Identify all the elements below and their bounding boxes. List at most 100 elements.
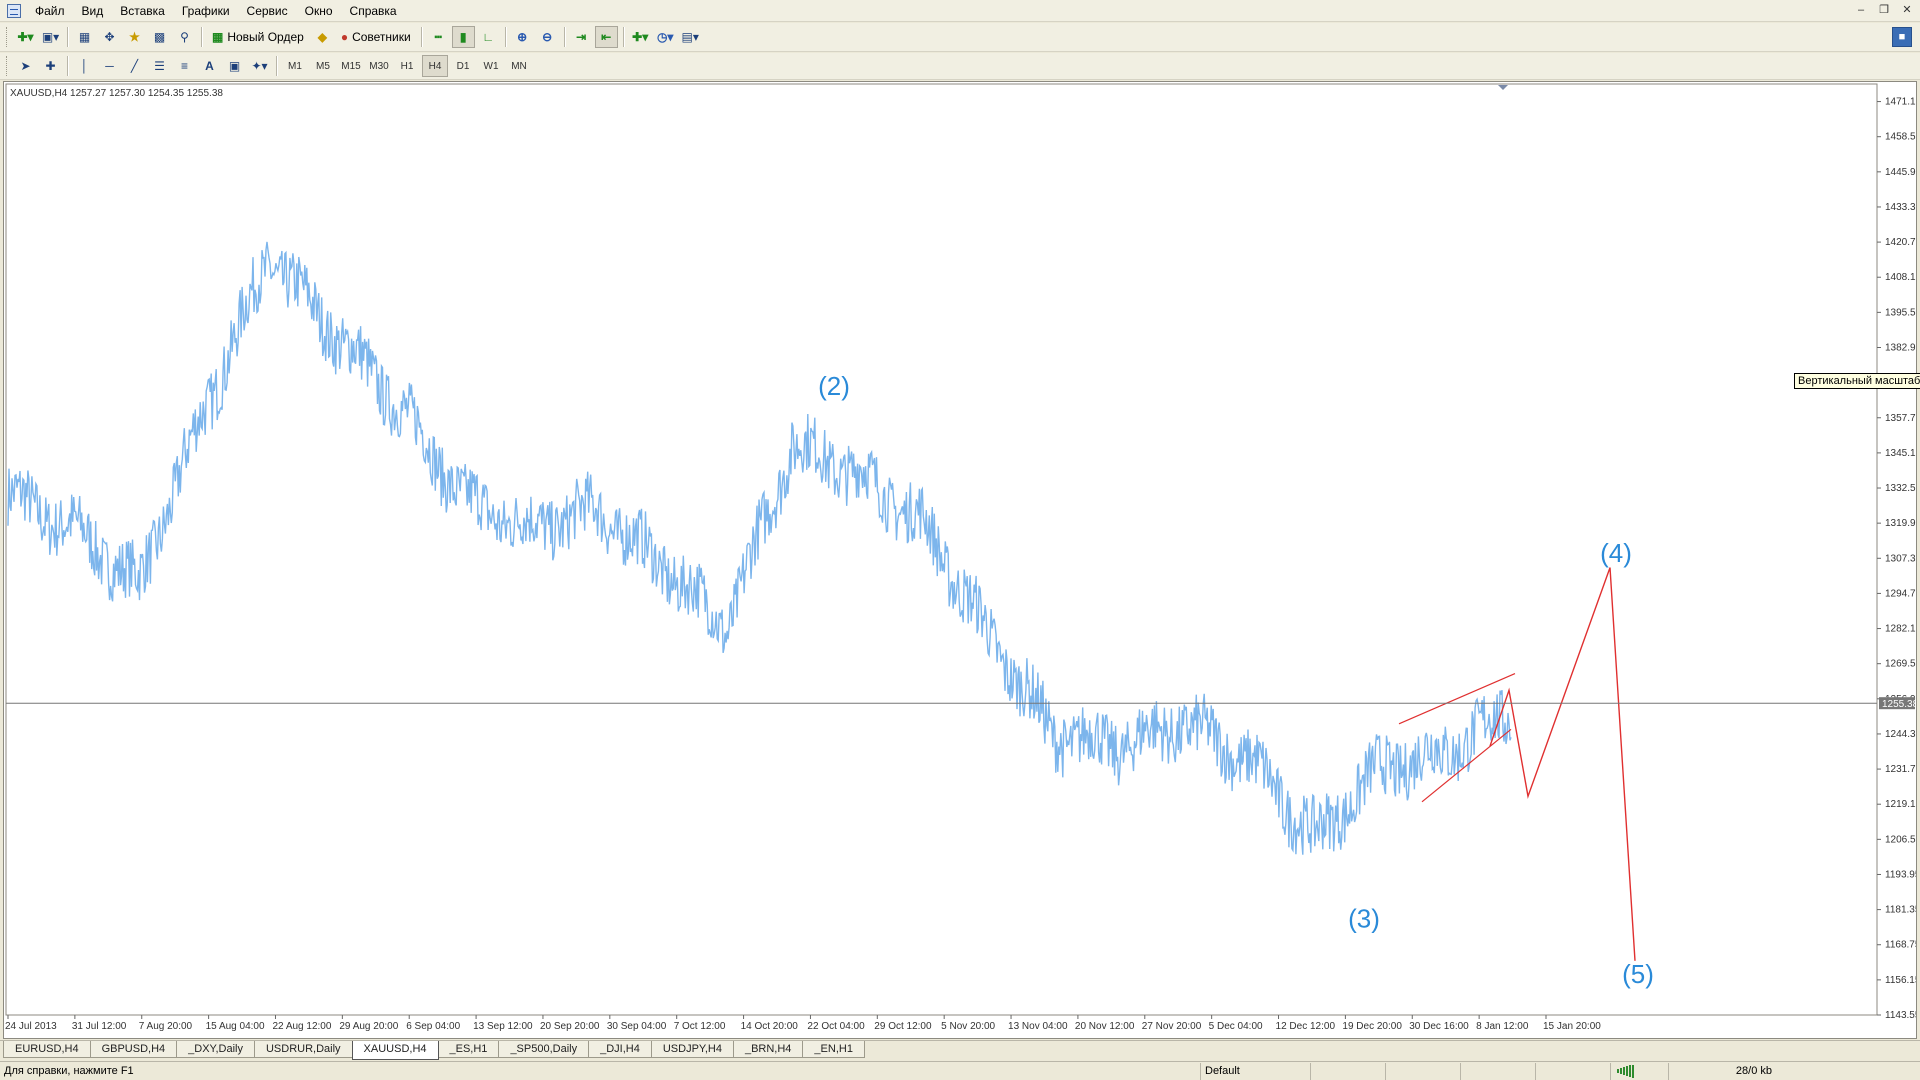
time-tick-label: 14 Oct 20:00 — [741, 1021, 799, 1032]
profiles-button[interactable]: ▣▾ — [39, 26, 62, 48]
timeframe-m1[interactable]: M1 — [282, 55, 308, 77]
timeframe-m15[interactable]: M15 — [338, 55, 364, 77]
tab-gbpusd-h4[interactable]: GBPUSD,H4 — [89, 1041, 178, 1058]
data-window-button[interactable]: ★ — [123, 26, 146, 48]
crosshair-icon: ✚ — [45, 59, 56, 73]
chart-tabs: EURUSD,H4 GBPUSD,H4 _DXY,Daily USDRUR,Da… — [0, 1040, 1920, 1060]
menu-file[interactable]: Файл — [27, 2, 74, 20]
new-chart-button[interactable]: ✚▾ — [14, 26, 37, 48]
menu-view[interactable]: Вид — [74, 2, 113, 20]
toolbar-separator — [67, 27, 68, 47]
profiles-icon: ▣▾ — [41, 30, 60, 44]
fibonacci-button[interactable]: ≡ — [173, 55, 196, 77]
timeframe-mn[interactable]: MN — [506, 55, 532, 77]
menu-window[interactable]: Окно — [297, 2, 342, 20]
wave-label: (3) — [1348, 903, 1380, 933]
tester-button[interactable]: ⚲ — [173, 26, 196, 48]
chart-shift-marker[interactable] — [1498, 85, 1508, 90]
timeframe-w1[interactable]: W1 — [478, 55, 504, 77]
zoom-out-icon: ⊖ — [542, 30, 553, 44]
star-folder-icon: ★ — [129, 30, 140, 44]
chart-window[interactable]: (2) (3) (4) (5) 1471.15 1458.55 1445.95 1433.3… — [3, 81, 1920, 1039]
tab-usdrur-daily[interactable]: USDRUR,Daily — [253, 1041, 353, 1058]
horizontal-line-button[interactable]: ─ — [98, 55, 121, 77]
new-order-button[interactable]: ▦ Новый Ордер — [207, 26, 309, 48]
minimize-icon[interactable]: – — [1854, 3, 1868, 17]
arrows-button[interactable]: ✦▾ — [248, 55, 271, 77]
tab-es-h1[interactable]: _ES,H1 — [437, 1041, 500, 1058]
tab-eurusd-h4[interactable]: EURUSD,H4 — [3, 1041, 91, 1058]
terminal-icon: ▩ — [153, 30, 166, 44]
chart-shift-button[interactable]: ⇤ — [594, 26, 618, 48]
magnifier-page-icon: ⚲ — [180, 30, 189, 44]
timeframe-m30[interactable]: M30 — [366, 55, 392, 77]
vertical-scale-tooltip: Вертикальный масштаб — [1794, 373, 1920, 389]
toolbar-grip[interactable] — [6, 56, 9, 76]
candle-chart-button[interactable]: ▮ — [451, 26, 475, 48]
timeframe-d1[interactable]: D1 — [450, 55, 476, 77]
wave-forecast-path — [1489, 567, 1636, 961]
tab-xauusd-h4[interactable]: XAUUSD,H4 — [351, 1041, 439, 1060]
text-button[interactable]: A — [198, 55, 221, 77]
vertical-line-button[interactable]: │ — [73, 55, 96, 77]
zoom-in-button[interactable]: ⊕ — [511, 26, 534, 48]
menu-service[interactable]: Сервис — [239, 2, 297, 20]
auto-scroll-button[interactable]: ⇥ — [570, 26, 593, 48]
toolbar-grip[interactable] — [6, 27, 9, 47]
window-controls: – ❐ ✕ — [1854, 3, 1914, 17]
line-chart-button[interactable]: ∟ — [477, 26, 500, 48]
bar-chart-button[interactable]: ┅ — [427, 26, 450, 48]
advisors-button[interactable]: ● Советники — [336, 26, 416, 48]
price-chart[interactable]: (2) (3) (4) (5) 1471.15 1458.55 1445.95 1433.3… — [4, 82, 1916, 1038]
price-line — [7, 241, 1512, 855]
fibonacci-icon: ≡ — [180, 59, 188, 73]
navigator-button[interactable]: ✥ — [98, 26, 121, 48]
tab-sp500-daily[interactable]: _SP500,Daily — [498, 1041, 590, 1058]
advisors-icon: ● — [340, 30, 349, 44]
tab-brn-h4[interactable]: _BRN,H4 — [732, 1041, 804, 1058]
toolbar-separator — [276, 56, 277, 76]
timeframe-h4[interactable]: H4 — [422, 55, 448, 77]
text-icon: A — [205, 59, 214, 73]
tab-dxy-daily[interactable]: _DXY,Daily — [176, 1041, 255, 1058]
help-icon[interactable]: ■ — [1892, 27, 1912, 47]
wave-label: (2) — [818, 371, 850, 401]
price-tick-label: 1244.35 — [1885, 729, 1916, 740]
crosshair-button[interactable]: ✚ — [39, 55, 62, 77]
time-tick-label: 7 Aug 20:00 — [139, 1021, 193, 1032]
menu-insert[interactable]: Вставка — [112, 2, 174, 20]
terminal-window: Файл Вид Вставка Графики Сервис Окно Спр… — [0, 0, 1920, 1080]
zoom-out-button[interactable]: ⊖ — [536, 26, 559, 48]
channel-icon: ☰ — [154, 59, 165, 73]
price-tick-label: 1420.75 — [1885, 237, 1916, 248]
tab-en-h1[interactable]: _EN,H1 — [802, 1041, 865, 1058]
close-icon[interactable]: ✕ — [1900, 3, 1914, 17]
periods-button[interactable]: ◷▾ — [654, 26, 677, 48]
tab-usdjpy-h4[interactable]: USDJPY,H4 — [650, 1041, 734, 1058]
connection-bars-icon[interactable] — [1610, 1062, 1668, 1080]
advisors-label: Советники — [352, 30, 411, 44]
templates-button[interactable]: ▤▾ — [679, 26, 702, 48]
price-tick-label: 1219.15 — [1885, 799, 1916, 810]
timeframe-m5[interactable]: M5 — [310, 55, 336, 77]
channel-button[interactable]: ☰ — [148, 55, 171, 77]
time-tick-label: 15 Jan 20:00 — [1543, 1021, 1601, 1032]
trendline-button[interactable]: ╱ — [123, 55, 146, 77]
timeframe-h1[interactable]: H1 — [394, 55, 420, 77]
current-price-label: 1255.38 — [1882, 699, 1916, 710]
toolbar-separator — [504, 27, 506, 47]
market-watch-button[interactable]: ▦ — [73, 26, 96, 48]
app-icon[interactable] — [7, 3, 21, 18]
time-tick-label: 20 Sep 20:00 — [540, 1021, 600, 1032]
indicators-button[interactable]: ✚▾ — [629, 26, 652, 48]
restore-icon[interactable]: ❐ — [1877, 3, 1891, 17]
price-tick-label: 1307.35 — [1885, 553, 1916, 564]
terminal-button[interactable]: ▩ — [148, 26, 171, 48]
text-label-button[interactable]: ▣ — [223, 55, 246, 77]
menu-charts[interactable]: Графики — [174, 2, 239, 20]
wave-label: (4) — [1600, 538, 1632, 568]
metaeditor-button[interactable]: ◆ — [311, 26, 334, 48]
cursor-button[interactable]: ➤ — [14, 55, 37, 77]
menu-help[interactable]: Справка — [342, 2, 406, 20]
tab-dji-h4[interactable]: _DJI,H4 — [588, 1041, 652, 1058]
